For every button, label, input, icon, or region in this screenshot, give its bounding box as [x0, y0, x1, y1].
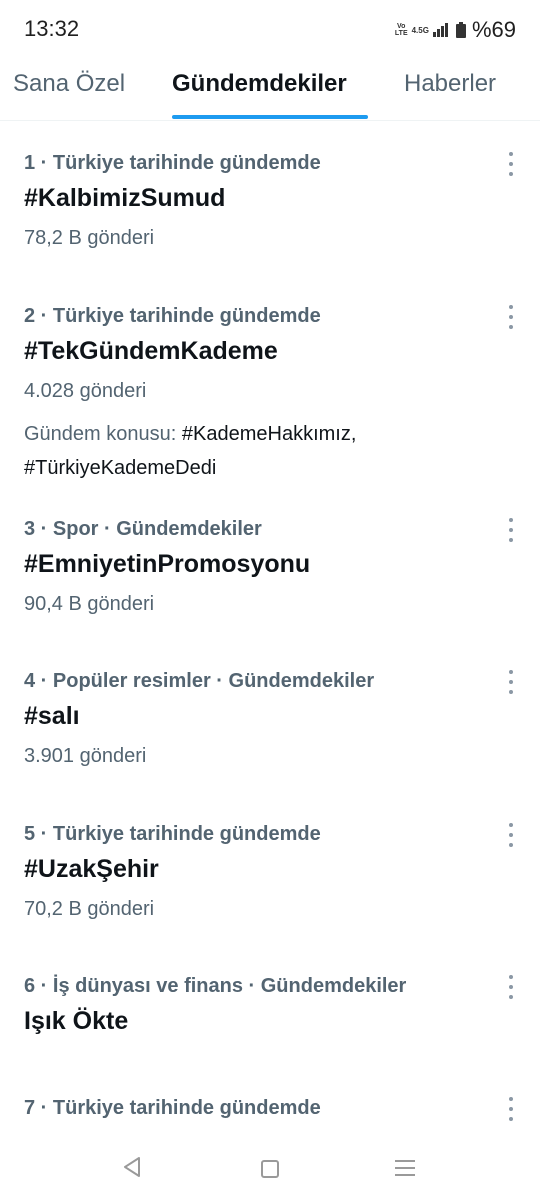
- trend-title: #EmniyetinPromosyonu: [24, 550, 311, 578]
- network-type: 4.5G: [411, 25, 429, 35]
- recents-icon[interactable]: [395, 1160, 415, 1176]
- status-icons: Vo LTE 4.5G %69: [395, 15, 516, 45]
- signal-icon: [432, 23, 448, 37]
- more-icon[interactable]: [506, 518, 516, 542]
- more-icon[interactable]: [506, 1097, 516, 1121]
- trend-context: 4 · Popüler resimler · Gündemdekiler: [24, 670, 375, 692]
- trend-post-count: 78,2 B gönderi: [24, 227, 155, 249]
- more-icon[interactable]: [506, 670, 516, 694]
- trend-item[interactable]: 4 · Popüler resimler · Gündemdekiler #sa…: [0, 670, 540, 810]
- tab-bar: Sana Özel Gündemdekiler Haberler: [0, 60, 540, 121]
- tab-gundemdekiler[interactable]: Gündemdekiler: [172, 70, 347, 98]
- back-icon[interactable]: [122, 1156, 142, 1183]
- more-icon[interactable]: [506, 305, 516, 329]
- tab-sana-ozel[interactable]: Sana Özel: [13, 70, 125, 98]
- trend-item[interactable]: 1 · Türkiye tarihinde gündemde #Kalbimiz…: [0, 152, 540, 292]
- trend-context: 6 · İş dünyası ve finans · Gündemdekiler: [24, 975, 407, 997]
- trend-topic-tags[interactable]: #KademeHakkımız,: [176, 423, 357, 445]
- trend-topic-tags[interactable]: #TürkiyeKademeDedi: [24, 457, 216, 479]
- trend-item[interactable]: 6 · İş dünyası ve finans · Gündemdekiler…: [0, 975, 540, 1075]
- trend-title: #KalbimizSumud: [24, 184, 226, 212]
- battery-percent: %69: [471, 17, 516, 42]
- trend-item[interactable]: 5 · Türkiye tarihinde gündemde #UzakŞehi…: [0, 823, 540, 963]
- battery-icon: [455, 22, 466, 38]
- trend-item[interactable]: 7 · Türkiye tarihinde gündemde: [0, 1097, 540, 1137]
- trend-post-count: 70,2 B gönderi: [24, 898, 155, 920]
- home-icon[interactable]: [261, 1160, 279, 1178]
- trend-context: 1 · Türkiye tarihinde gündemde: [24, 152, 321, 174]
- trend-topic-label: Gündem konusu:: [24, 423, 177, 445]
- trend-post-count: 90,4 B gönderi: [24, 593, 155, 615]
- trend-title: #UzakŞehir: [24, 855, 159, 883]
- trend-context: 7 · Türkiye tarihinde gündemde: [24, 1097, 321, 1119]
- active-tab-indicator: [172, 115, 368, 119]
- trend-item[interactable]: 3 · Spor · Gündemdekiler #EmniyetinPromo…: [0, 518, 540, 658]
- trend-item[interactable]: 2 · Türkiye tarihinde gündemde #TekGünde…: [0, 305, 540, 495]
- trend-context: 3 · Spor · Gündemdekiler: [24, 518, 262, 540]
- system-nav-bar: [0, 1140, 540, 1200]
- status-time: 13:32: [24, 16, 80, 41]
- more-icon[interactable]: [506, 975, 516, 999]
- trend-title: #TekGündemKademe: [24, 337, 278, 365]
- status-bar: 13:32 Vo LTE 4.5G %69: [0, 0, 540, 60]
- trend-post-count: 4.028 gönderi: [24, 380, 147, 402]
- trend-context: 2 · Türkiye tarihinde gündemde: [24, 305, 321, 327]
- trend-context: 5 · Türkiye tarihinde gündemde: [24, 823, 321, 845]
- trend-topic: Gündem konusu: #KademeHakkımız, #Türkiye…: [24, 417, 356, 485]
- tab-haberler[interactable]: Haberler: [404, 70, 496, 98]
- volte-indicator: Vo LTE: [394, 23, 408, 37]
- more-icon[interactable]: [506, 152, 516, 176]
- more-icon[interactable]: [506, 823, 516, 847]
- trend-title: #salı: [24, 702, 80, 730]
- trend-title: Işık Ökte: [24, 1007, 129, 1035]
- trend-post-count: 3.901 gönderi: [24, 745, 147, 767]
